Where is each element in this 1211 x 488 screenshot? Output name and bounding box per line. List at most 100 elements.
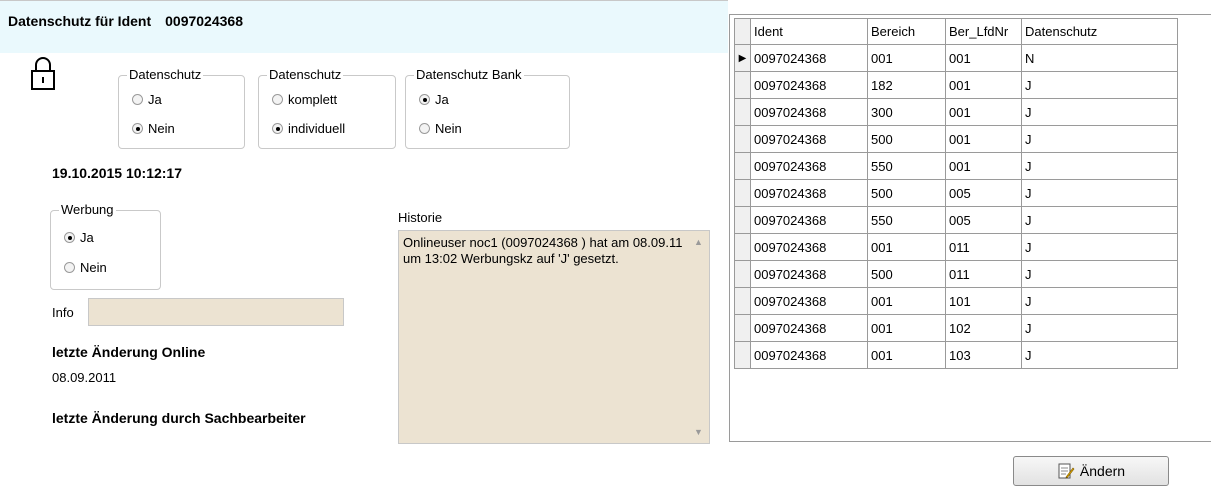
table-row[interactable]: 0097024368 500 001 J [734, 125, 1178, 153]
row-indicator[interactable] [734, 98, 751, 126]
table-row[interactable]: 0097024368 001 011 J [734, 233, 1178, 261]
radio-label: Ja [435, 92, 449, 107]
table-cell[interactable]: 0097024368 [750, 152, 868, 180]
radio-indicator [272, 94, 283, 105]
table-cell[interactable]: J [1021, 71, 1178, 99]
row-indicator[interactable] [734, 125, 751, 153]
table-cell[interactable]: 0097024368 [750, 260, 868, 288]
umfang-individuell-radio[interactable]: individuell [272, 121, 345, 136]
table-cell[interactable]: 0097024368 [750, 314, 868, 342]
row-indicator[interactable] [734, 233, 751, 261]
row-indicator[interactable] [734, 341, 751, 369]
table-row[interactable]: 0097024368 182 001 J [734, 71, 1178, 99]
table-cell[interactable]: 500 [867, 260, 946, 288]
table-cell[interactable]: 005 [945, 179, 1022, 207]
umfang-komplett-radio[interactable]: komplett [272, 92, 337, 107]
column-header[interactable]: Datenschutz [1021, 18, 1178, 45]
datenschutz-ja-radio[interactable]: Ja [132, 92, 162, 107]
row-indicator[interactable] [734, 152, 751, 180]
table-cell[interactable]: 102 [945, 314, 1022, 342]
row-indicator[interactable] [734, 71, 751, 99]
info-label: Info [52, 305, 74, 320]
bank-ja-radio[interactable]: Ja [419, 92, 449, 107]
table-cell[interactable]: 0097024368 [750, 125, 868, 153]
table-row[interactable]: 0097024368 001 102 J [734, 314, 1178, 342]
scroll-down-icon[interactable]: ▼ [694, 427, 703, 437]
table-cell[interactable]: 0097024368 [750, 341, 868, 369]
row-indicator[interactable] [734, 287, 751, 315]
table-row[interactable]: 0097024368 300 001 J [734, 98, 1178, 126]
column-header[interactable]: Ident [750, 18, 868, 45]
table-cell[interactable]: 0097024368 [750, 287, 868, 315]
scroll-up-icon[interactable]: ▲ [694, 237, 703, 247]
row-indicator[interactable]: ▶ [734, 44, 751, 72]
table-cell[interactable]: 001 [867, 233, 946, 261]
table-cell[interactable]: 550 [867, 206, 946, 234]
datenschutz-bank-legend: Datenschutz Bank [414, 67, 524, 82]
table-cell[interactable]: 0097024368 [750, 206, 868, 234]
datenschutz-umfang-group: Datenschutz komplett individuell [258, 67, 396, 149]
table-row[interactable]: 0097024368 550 001 J [734, 152, 1178, 180]
table-row[interactable]: 0097024368 500 011 J [734, 260, 1178, 288]
historie-scrollbar[interactable]: ▲ ▼ [689, 231, 709, 443]
table-cell[interactable]: J [1021, 233, 1178, 261]
historie-textarea[interactable]: Onlineuser noc1 (0097024368 ) hat am 08.… [398, 230, 710, 444]
table-cell[interactable]: 001 [867, 314, 946, 342]
aendern-button[interactable]: Ändern [1013, 456, 1169, 486]
bank-nein-radio[interactable]: Nein [419, 121, 462, 136]
table-cell[interactable]: J [1021, 314, 1178, 342]
radio-label: komplett [288, 92, 338, 107]
datenschutz-nein-radio[interactable]: Nein [132, 121, 175, 136]
table-cell[interactable]: J [1021, 179, 1178, 207]
table-cell[interactable]: 500 [867, 179, 946, 207]
table-row[interactable]: ▶ 0097024368 001 001 N [734, 44, 1178, 72]
table-cell[interactable]: J [1021, 287, 1178, 315]
table-cell[interactable]: 001 [945, 125, 1022, 153]
radio-indicator [419, 123, 430, 134]
table-cell[interactable]: J [1021, 341, 1178, 369]
info-field[interactable] [88, 298, 344, 326]
table-cell[interactable]: J [1021, 98, 1178, 126]
table-cell[interactable]: 001 [945, 44, 1022, 72]
radio-label: Ja [148, 92, 162, 107]
table-cell[interactable]: 500 [867, 125, 946, 153]
table-cell[interactable]: 182 [867, 71, 946, 99]
table-row[interactable]: 0097024368 500 005 J [734, 179, 1178, 207]
table-cell[interactable]: 001 [867, 341, 946, 369]
table-row[interactable]: 0097024368 550 005 J [734, 206, 1178, 234]
last-online-label: letzte Änderung Online [52, 344, 206, 360]
table-cell[interactable]: 001 [945, 71, 1022, 99]
table-row[interactable]: 0097024368 001 101 J [734, 287, 1178, 315]
table-cell[interactable]: 0097024368 [750, 71, 868, 99]
table-cell[interactable]: 0097024368 [750, 98, 868, 126]
table-cell[interactable]: 001 [945, 152, 1022, 180]
table-row[interactable]: 0097024368 001 103 J [734, 341, 1178, 369]
table-cell[interactable]: 300 [867, 98, 946, 126]
row-indicator[interactable] [734, 260, 751, 288]
table-cell[interactable]: J [1021, 125, 1178, 153]
werbung-ja-radio[interactable]: Ja [64, 230, 94, 245]
table-cell[interactable]: 0097024368 [750, 233, 868, 261]
table-cell[interactable]: 550 [867, 152, 946, 180]
table-cell[interactable]: 001 [867, 287, 946, 315]
werbung-nein-radio[interactable]: Nein [64, 260, 107, 275]
table-cell[interactable]: 005 [945, 206, 1022, 234]
table-cell[interactable]: 011 [945, 233, 1022, 261]
column-header[interactable]: Ber_LfdNr [945, 18, 1022, 45]
table-cell[interactable]: J [1021, 152, 1178, 180]
table-cell[interactable]: J [1021, 260, 1178, 288]
row-indicator[interactable] [734, 206, 751, 234]
table-cell[interactable]: 0097024368 [750, 179, 868, 207]
table-cell[interactable]: 0097024368 [750, 44, 868, 72]
table-cell[interactable]: J [1021, 206, 1178, 234]
column-header[interactable]: Bereich [867, 18, 946, 45]
table-cell[interactable]: 001 [867, 44, 946, 72]
table-cell[interactable]: N [1021, 44, 1178, 72]
table-cell[interactable]: 011 [945, 260, 1022, 288]
row-indicator[interactable] [734, 314, 751, 342]
table-cell[interactable]: 103 [945, 341, 1022, 369]
aendern-button-label: Ändern [1079, 463, 1126, 479]
table-cell[interactable]: 001 [945, 98, 1022, 126]
row-indicator[interactable] [734, 179, 751, 207]
table-cell[interactable]: 101 [945, 287, 1022, 315]
